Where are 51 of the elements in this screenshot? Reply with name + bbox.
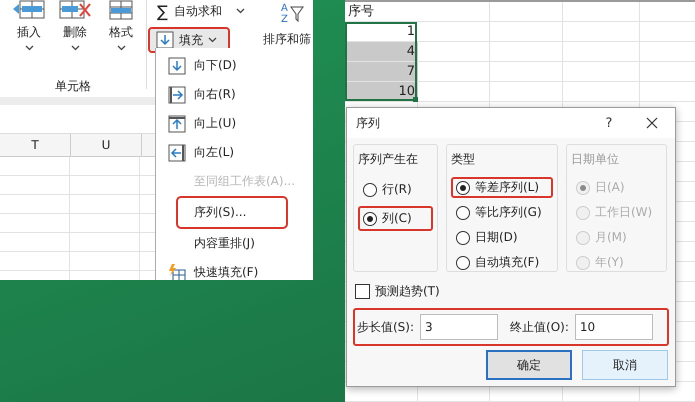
field-label: 终止值(O): bbox=[510, 318, 569, 336]
caret-icon bbox=[236, 8, 245, 14]
radio-button[interactable] bbox=[456, 180, 470, 194]
sort-filter-label[interactable]: 排序和筛 bbox=[263, 31, 311, 48]
radio-option[interactable]: 自动填充(F) bbox=[451, 252, 553, 273]
table-cell: 7 bbox=[345, 62, 418, 82]
filter-icon bbox=[290, 6, 304, 22]
dialog-title: 序列 bbox=[356, 114, 381, 132]
menu-item[interactable]: 向右(R) bbox=[156, 80, 313, 109]
radio-button[interactable] bbox=[456, 230, 470, 244]
caret-icon bbox=[70, 45, 80, 51]
radio-button[interactable] bbox=[456, 256, 470, 270]
radio-option[interactable]: 日期(D) bbox=[451, 227, 553, 248]
field-label: 步长值(S): bbox=[357, 318, 414, 336]
group-legend: 日期单位 bbox=[571, 151, 662, 168]
radio-button[interactable] bbox=[456, 206, 470, 220]
dialog-button[interactable]: 确定 bbox=[486, 350, 572, 380]
group-legend: 序列产生在 bbox=[358, 151, 433, 168]
caret-icon bbox=[208, 37, 217, 43]
dialog-button[interactable]: 取消 bbox=[582, 350, 668, 380]
menu-item[interactable]: 向左(L) bbox=[156, 138, 313, 167]
radio-option[interactable]: 等比序列(G) bbox=[451, 202, 553, 223]
checkbox[interactable] bbox=[355, 284, 370, 298]
caret-icon bbox=[116, 45, 126, 51]
checkbox-label[interactable]: 预测趋势(T) bbox=[375, 282, 440, 300]
column-header[interactable]: T bbox=[0, 134, 71, 156]
input-field[interactable]: 10 bbox=[574, 314, 653, 340]
input-field[interactable]: 3 bbox=[420, 314, 498, 340]
autosum-button[interactable]: ∑ 自动求和 bbox=[147, 0, 228, 22]
radio-option[interactable]: 等差序列(L) bbox=[451, 177, 553, 198]
ribbon-button[interactable]: 插入 bbox=[8, 0, 50, 70]
help-button[interactable]: ? bbox=[589, 114, 629, 132]
group-legend: 类型 bbox=[451, 151, 553, 168]
radio-option[interactable]: 列(C) bbox=[358, 206, 433, 231]
ribbon-button[interactable]: 删除 bbox=[54, 0, 96, 70]
caret-icon bbox=[24, 45, 34, 51]
menu-item[interactable]: 向上(U) bbox=[156, 109, 313, 138]
radio-option[interactable]: 行(R) bbox=[358, 177, 433, 202]
menu-item[interactable]: 快速填充(F) bbox=[156, 258, 313, 280]
radio-button[interactable] bbox=[363, 212, 377, 226]
column-header[interactable]: U bbox=[71, 134, 142, 156]
sort-letters: A Z bbox=[281, 3, 288, 25]
ribbon-button[interactable]: 格式 bbox=[100, 0, 142, 70]
menu-item[interactable]: 序列(S)... bbox=[176, 196, 288, 229]
menu-item[interactable]: 向下(D) bbox=[156, 51, 313, 80]
table-cell: 序号 bbox=[345, 2, 418, 22]
radio-button[interactable] bbox=[363, 182, 377, 196]
menu-item[interactable]: 内容重排(J) bbox=[156, 229, 313, 258]
close-icon bbox=[646, 117, 658, 129]
table-cell: 4 bbox=[345, 42, 418, 62]
group-label: 单元格 bbox=[55, 78, 91, 95]
